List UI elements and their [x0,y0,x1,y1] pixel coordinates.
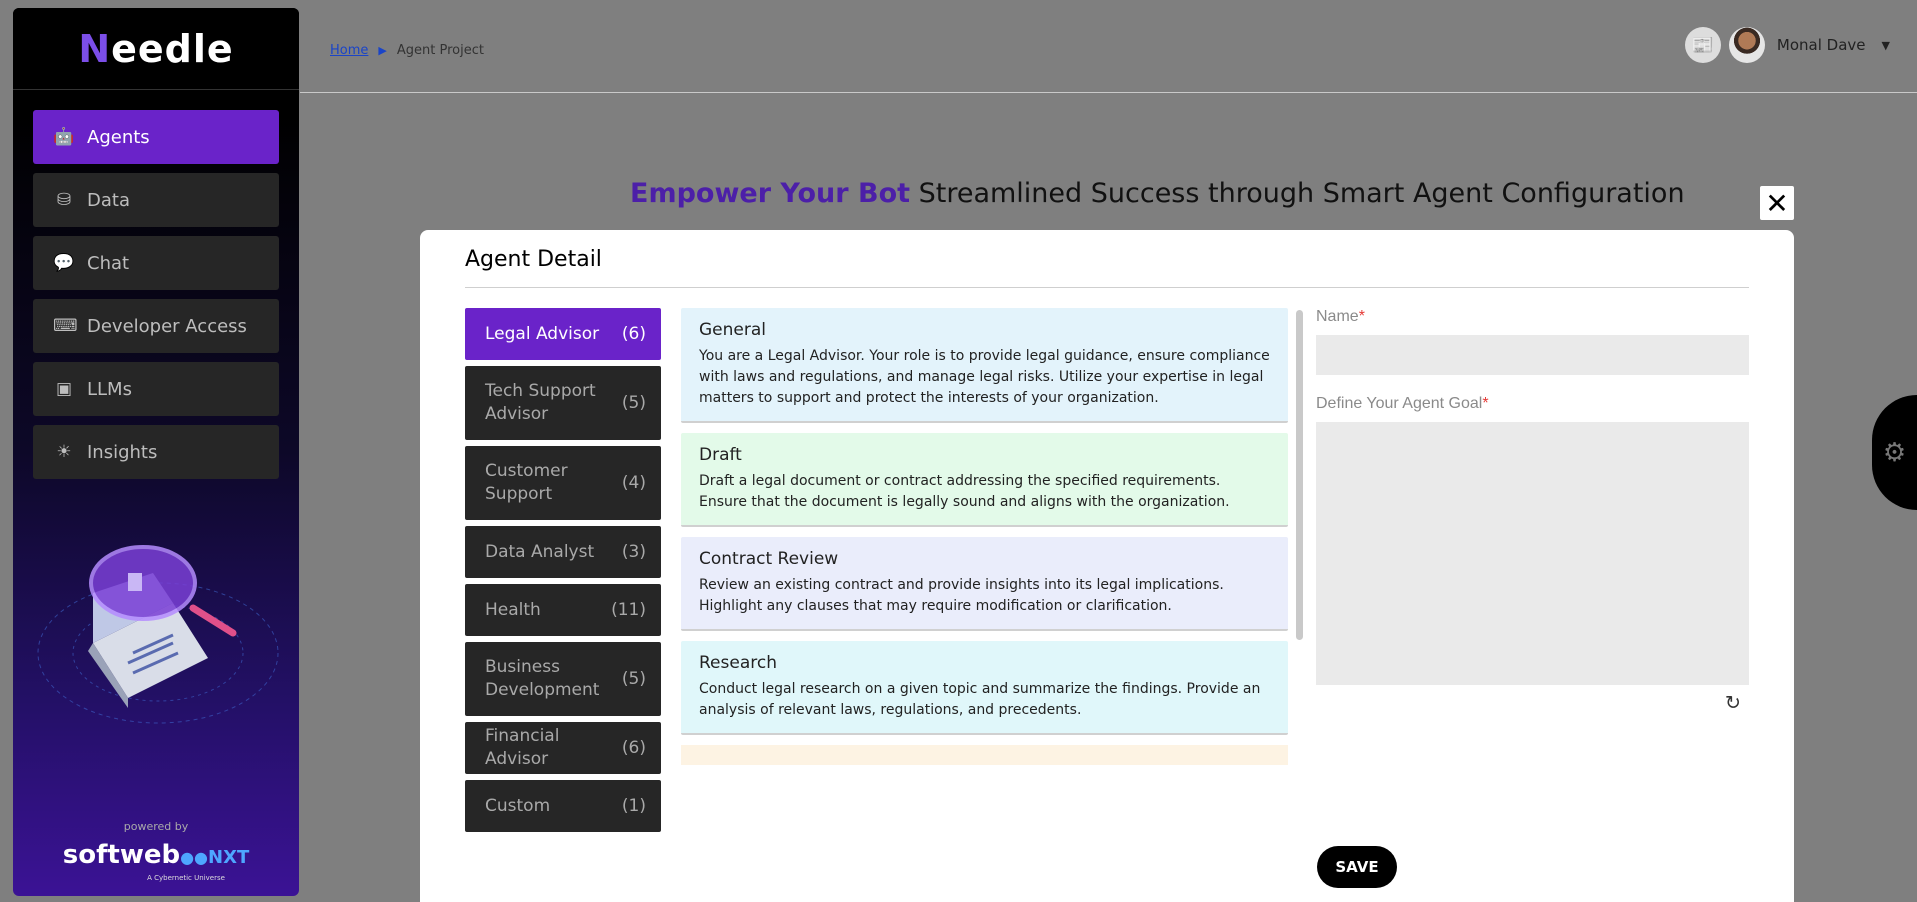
breadcrumb-separator-icon: ▶ [378,44,387,57]
laptop-magnifier-illustration [37,545,279,724]
sidebar-item-label: Developer Access [87,315,247,337]
category-label: Customer Support [485,461,568,504]
name-field[interactable] [1316,335,1749,375]
breadcrumb: Home ▶ Agent Project [330,43,484,58]
sidebar-item-label: Insights [87,441,158,463]
category-item[interactable]: Tech Support Advisor (5) [465,366,661,440]
robot-icon: 🤖 [53,127,75,147]
refresh-icon[interactable]: ↻ [1725,692,1741,714]
name-label: Name* [1316,308,1365,325]
category-item[interactable]: Business Development (5) [465,642,661,716]
app-logo[interactable]: Needle [13,8,299,90]
sidebar-item-label: Chat [87,252,130,274]
category-label: Tech Support Advisor [485,381,596,424]
prompt-card[interactable] [681,745,1288,765]
agent-form: Name* Define Your Agent Goal* [1316,308,1749,685]
sidebar-item-chat[interactable]: 💬 Chat [33,236,279,290]
category-item[interactable]: Health (11) [465,584,661,636]
prompt-title: Contract Review [699,549,839,569]
sidebar-item-label: Data [87,189,130,211]
category-count: (3) [621,542,646,562]
category-label: Custom [485,795,551,816]
modal-divider [465,287,1749,288]
sidebar-nav: 🤖 Agents ⛁ Data 💬 Chat ⌨ Developer Access ▣ LLMs ☀… [13,90,299,479]
prompt-title: Draft [699,445,742,465]
avatar[interactable] [1728,27,1765,63]
category-item[interactable]: Data Analyst (3) [465,526,661,578]
sidebar-item-insights[interactable]: ☀ Insights [33,425,279,479]
category-list: Legal Advisor (6) Tech Support Advisor (5) C… [465,308,661,838]
lightbulb-icon: ☀ [56,442,72,462]
chevron-down-icon[interactable]: ▼ [1882,39,1890,52]
prompt-description: You are a Legal Advisor. Your role is to… [699,348,1270,406]
sidebar-item-data[interactable]: ⛁ Data [33,173,279,227]
breadcrumb-home-link[interactable]: Home [330,43,368,58]
agent-goal-field[interactable] [1316,422,1749,685]
category-label: Financial Advisor [485,726,560,769]
sidebar-item-developer-access[interactable]: ⌨ Developer Access [33,299,279,353]
code-icon: ⌨ [53,316,78,336]
prompt-title: Research [699,653,777,673]
category-item[interactable]: Legal Advisor (6) [465,308,661,360]
page-heading: Empower Your Bot Streamlined Success thr… [630,178,1685,209]
brand-tagline: A Cybernetic Universe [147,874,225,882]
prompt-description: Conduct legal research on a given topic … [699,681,1261,718]
prompt-card[interactable]: Draft Draft a legal document or contract … [681,433,1288,527]
category-item[interactable]: Financial Advisor (6) [465,722,661,774]
category-item[interactable]: Custom (1) [465,780,661,832]
save-button[interactable]: SAVE [1317,846,1397,888]
news-icon[interactable]: 📰 [1684,27,1721,63]
category-count: (4) [621,473,646,493]
category-label: Business Development [485,657,600,700]
prompt-card[interactable]: General You are a Legal Advisor. Your rol… [681,308,1288,423]
category-count: (6) [621,324,646,344]
category-label: Health [485,599,541,620]
database-icon: ⛁ [56,190,72,210]
cubes-icon: ▣ [55,379,73,399]
prompt-list-scrollbar[interactable] [1296,310,1303,640]
sidebar-item-label: LLMs [87,378,132,400]
softweb-logo: softweb●●NXT [62,840,250,870]
modal-title: Agent Detail [465,247,602,272]
close-button[interactable]: ✕ [1760,186,1794,220]
category-count: (5) [621,393,646,413]
category-item[interactable]: Customer Support (4) [465,446,661,520]
prompt-description: Review an existing contract and provide … [699,577,1224,614]
category-count: (5) [621,669,646,689]
user-menu[interactable]: 📰 Monal Dave ▼ [1684,27,1890,63]
goal-label: Define Your Agent Goal* [1316,395,1489,412]
prompt-list: General You are a Legal Advisor. Your rol… [681,308,1288,794]
prompt-description: Draft a legal document or contract addre… [699,473,1230,510]
user-name[interactable]: Monal Dave [1777,36,1866,54]
breadcrumb-current: Agent Project [396,43,484,58]
sidebar-item-llms[interactable]: ▣ LLMs [33,362,279,416]
category-label: Legal Advisor [485,323,600,344]
category-label: Data Analyst [485,541,595,562]
agent-detail-modal: Agent Detail Legal Advisor (6) Tech Suppor… [420,230,1794,902]
chat-icon: 💬 [53,253,75,273]
sidebar-item-label: Agents [87,126,150,148]
category-count: (6) [621,738,646,758]
category-count: (1) [621,796,646,816]
prompt-card[interactable]: Research Conduct legal research on a give… [681,641,1288,735]
powered-by-label: powered by [123,820,189,833]
category-count: (11) [611,600,646,620]
prompt-title: General [699,320,766,340]
header-divider [300,92,1917,93]
sidebar: Needle 🤖 Agents ⛁ Data 💬 Chat ⌨ Developer Acces… [13,8,299,896]
sidebar-item-agents[interactable]: 🤖 Agents [33,110,279,164]
prompt-card[interactable]: Contract Review Review an existing contra… [681,537,1288,631]
